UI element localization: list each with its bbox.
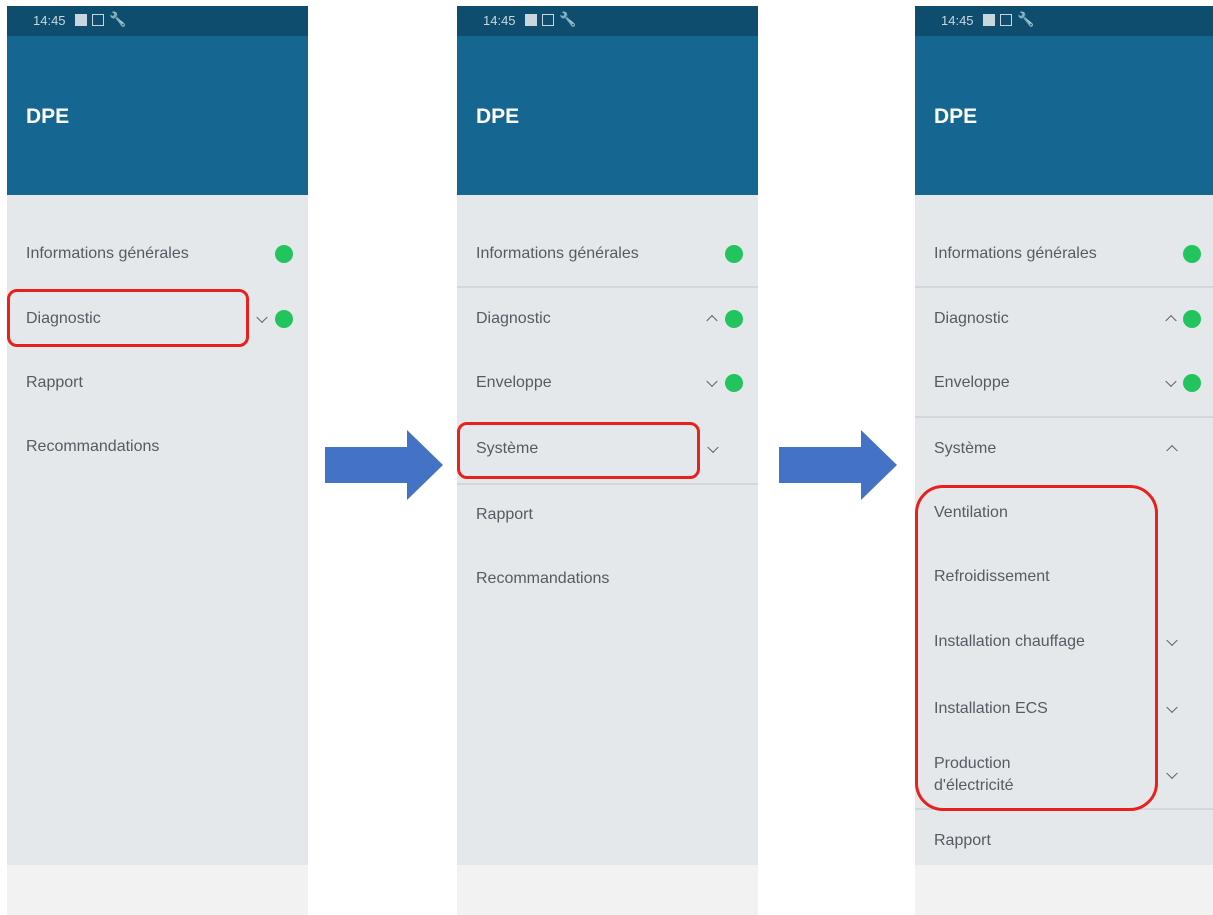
nav-item-recommandations[interactable]: Recommandations — [7, 427, 308, 467]
nav-item-informations-generales[interactable]: Informations générales — [457, 234, 758, 274]
nav-item-informations-generales[interactable]: Informations générales — [7, 234, 308, 274]
chevron-down-icon[interactable] — [1166, 634, 1178, 647]
status-bar: 14:45 🔧 — [7, 6, 308, 36]
nav-item-enveloppe[interactable]: Enveloppe — [457, 363, 758, 403]
nav-item-label: Rapport — [26, 374, 83, 391]
nav-drawer: Informations générales Diagnostic Envelo… — [457, 195, 758, 865]
image-icon — [983, 14, 995, 26]
chevron-up-icon[interactable] — [1166, 444, 1178, 457]
wrench-icon: 🔧 — [109, 11, 127, 27]
nav-item-label: Informations générales — [934, 245, 1097, 262]
chevron-down-icon[interactable] — [1165, 375, 1177, 388]
status-dot-icon — [275, 245, 293, 263]
image-icon — [525, 14, 537, 26]
nav-item-systeme[interactable]: Système — [915, 429, 1213, 469]
app-bar: DPE — [7, 36, 308, 195]
nav-item-diagnostic[interactable]: Diagnostic — [915, 299, 1213, 339]
nav-item-label: Recommandations — [26, 438, 160, 455]
status-dot-icon — [1183, 374, 1201, 392]
app-bar: DPE — [457, 36, 758, 195]
divider — [915, 286, 1213, 288]
chevron-up-icon[interactable] — [706, 314, 718, 327]
status-time: 14:45 — [33, 13, 66, 28]
chevron-down-icon[interactable] — [256, 311, 268, 324]
app-title: DPE — [476, 105, 520, 128]
status-bar: 14:45 🔧 — [915, 6, 1213, 36]
phone-screen-1: 14:45 🔧 DPE Informations générales Diagn… — [7, 6, 308, 915]
app-bar: DPE — [915, 36, 1213, 195]
wrench-icon: 🔧 — [1017, 11, 1035, 27]
image-icon — [75, 14, 87, 26]
app-title: DPE — [934, 105, 978, 128]
status-time: 14:45 — [483, 13, 516, 28]
chevron-down-icon[interactable] — [1166, 701, 1178, 714]
nav-item-label: Informations générales — [476, 245, 639, 262]
flow-arrow-icon — [779, 430, 897, 500]
app-title: DPE — [26, 105, 70, 128]
flow-arrow-icon — [325, 430, 443, 500]
divider — [457, 483, 758, 485]
status-dot-icon — [725, 245, 743, 263]
status-dot-icon — [275, 310, 293, 328]
status-time: 14:45 — [941, 13, 974, 28]
nav-item-label: Diagnostic — [476, 310, 551, 327]
nav-item-label: Rapport — [476, 506, 533, 523]
divider — [915, 416, 1213, 418]
status-dot-icon — [725, 310, 743, 328]
cast-icon — [542, 14, 554, 26]
nav-item-rapport[interactable]: Rapport — [7, 363, 308, 403]
nav-item-informations-generales[interactable]: Informations générales — [915, 234, 1213, 274]
nav-item-label: Enveloppe — [476, 374, 552, 391]
status-dot-icon — [1183, 245, 1201, 263]
chevron-up-icon[interactable] — [1165, 314, 1177, 327]
cast-icon — [92, 14, 104, 26]
highlight-box-diagnostic — [7, 289, 249, 347]
nav-item-label: Enveloppe — [934, 374, 1010, 391]
chevron-down-icon[interactable] — [707, 441, 719, 454]
nav-item-label: Diagnostic — [934, 310, 1009, 327]
chevron-down-icon[interactable] — [706, 375, 718, 388]
cast-icon — [1000, 14, 1012, 26]
nav-item-rapport[interactable]: Rapport — [915, 821, 1213, 861]
nav-item-label: Informations générales — [26, 245, 189, 262]
status-dot-icon — [725, 374, 743, 392]
nav-item-rapport[interactable]: Rapport — [457, 495, 758, 535]
divider — [457, 286, 758, 288]
wrench-icon: 🔧 — [559, 11, 577, 27]
nav-item-label: Recommandations — [476, 570, 610, 587]
nav-item-label: Système — [934, 440, 997, 457]
nav-item-label: Rapport — [934, 832, 991, 849]
status-bar: 14:45 🔧 — [457, 6, 758, 36]
nav-item-recommandations[interactable]: Recommandations — [457, 559, 758, 599]
nav-item-enveloppe[interactable]: Enveloppe — [915, 363, 1213, 403]
status-dot-icon — [1183, 310, 1201, 328]
nav-item-diagnostic[interactable]: Diagnostic — [457, 299, 758, 339]
chevron-down-icon[interactable] — [1166, 767, 1178, 780]
highlight-box-systeme-subitems — [915, 485, 1158, 811]
highlight-box-systeme — [457, 422, 700, 479]
